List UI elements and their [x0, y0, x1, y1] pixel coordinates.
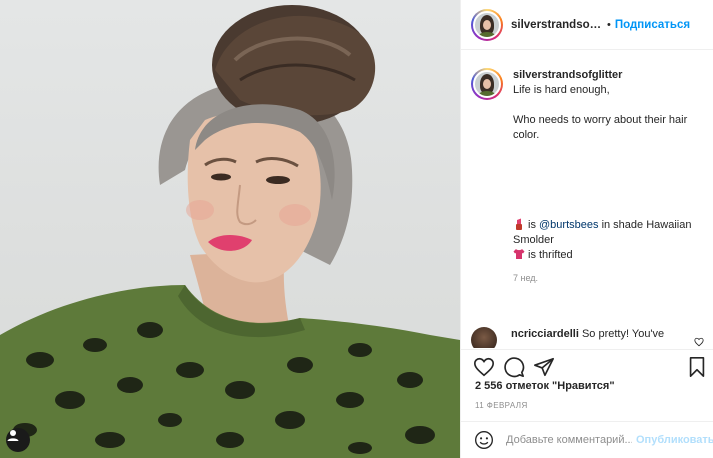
comment-icon[interactable] — [503, 356, 525, 378]
heart-icon[interactable] — [473, 356, 495, 378]
comments-section[interactable]: silverstrandsofglitter Life is hard enou… — [461, 51, 713, 348]
comment-item: ncricciardelli So pretty! You've — [471, 327, 706, 348]
caption-text-part: in shade Hawaiian — [601, 219, 692, 231]
caption-text-part: is thrifted — [528, 249, 573, 261]
caption-line: Smolder — [513, 234, 554, 246]
caption-line: color. — [513, 129, 540, 141]
portrait-image — [0, 5, 460, 458]
comment-body: So pretty! You've — [581, 328, 665, 340]
tshirt-icon — [513, 249, 525, 259]
caption-text: silverstrandsofglitter Life is hard enou… — [513, 68, 703, 286]
caption-line: Who needs to worry about their hair — [513, 114, 688, 126]
author-username-link[interactable]: silverstrandsofglittе — [511, 19, 603, 31]
separator-dot: • — [607, 18, 611, 31]
caption-text-part: is — [528, 219, 536, 231]
caption-avatar[interactable] — [471, 68, 503, 100]
post-date[interactable]: 11 ФЕВРАЛЯ — [475, 401, 528, 410]
publish-button[interactable]: Опубликовать — [636, 434, 713, 446]
add-comment-bar: Опубликовать — [461, 421, 713, 458]
smiley-icon[interactable] — [474, 430, 494, 450]
post-header: silverstrandsofglittе • Подписаться — [461, 0, 713, 50]
commenter-avatar[interactable] — [471, 327, 497, 348]
comment-text: ncricciardelli So pretty! You've — [511, 327, 681, 341]
author-avatar[interactable] — [471, 8, 503, 41]
user-tag-icon[interactable] — [6, 428, 30, 452]
caption: silverstrandsofglitter Life is hard enou… — [471, 68, 706, 286]
post-photo[interactable] — [0, 0, 460, 458]
comment-input[interactable] — [506, 434, 632, 446]
caption-line: Life is hard enough, — [513, 84, 610, 96]
caption-line: is thrifted — [513, 248, 703, 263]
comment-like-icon[interactable] — [694, 337, 704, 347]
commenter-username-link[interactable]: ncricciardelli — [511, 328, 579, 340]
mention-link[interactable]: @burtsbees — [539, 219, 598, 231]
lipstick-icon — [516, 218, 522, 230]
caption-line: is @burtsbees in shade Hawaiian — [513, 218, 703, 233]
bookmark-icon[interactable] — [686, 356, 708, 378]
share-icon[interactable] — [533, 356, 555, 378]
caption-username-link[interactable]: silverstrandsofglitter — [513, 68, 703, 83]
action-bar — [461, 349, 713, 378]
post-side-panel: silverstrandsofglittе • Подписаться silv… — [460, 0, 713, 458]
follow-button[interactable]: Подписаться — [615, 19, 690, 31]
likes-count[interactable]: 2 556 отметок "Нравится" — [475, 380, 615, 392]
caption-timestamp[interactable]: 7 нед. — [513, 271, 703, 286]
